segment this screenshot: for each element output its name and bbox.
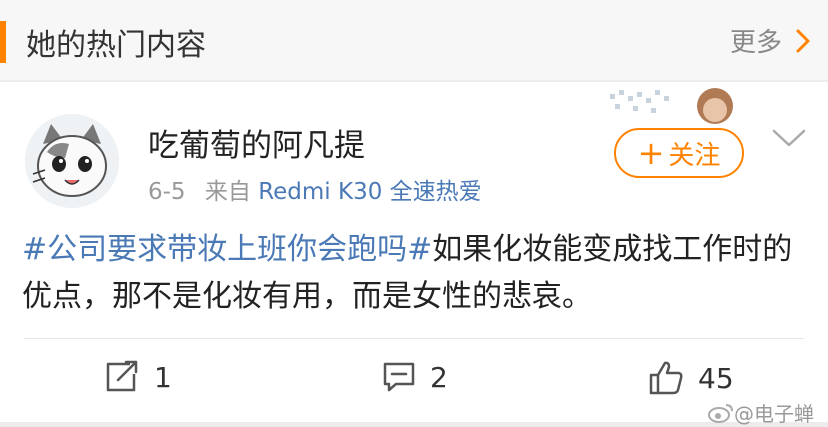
post-date: 6-5 [148,179,186,205]
chevron-right-icon [796,29,810,52]
repost-icon [106,360,138,392]
section-header: 她的热门内容 更多 [0,0,828,80]
like-button[interactable]: 45 [648,360,734,396]
comment-icon [383,362,415,392]
cat-avatar-image [25,114,119,208]
section-title: 她的热门内容 [26,28,206,63]
follow-button[interactable]: + 关注 [614,128,744,178]
username[interactable]: 吃葡萄的阿凡提 [148,120,365,165]
weibo-logo-icon [708,403,733,423]
more-button[interactable]: 更多 [730,22,810,59]
chevron-down-icon[interactable] [772,128,806,148]
card-decoration [610,88,733,124]
source-device[interactable]: Redmi K30 全速热爱 [258,179,481,205]
watermark-text: @电子蝉 [734,402,814,426]
divider [24,338,804,339]
plus-icon: + [637,134,665,172]
avatar[interactable] [25,114,119,208]
post-content: #公司要求带妆上班你会跑吗#如果化妆能变成找工作时的优点，那不是化妆有用，而是女… [22,226,812,320]
comment-count: 2 [430,360,448,394]
comment-button[interactable]: 2 [382,360,448,394]
repost-count: 1 [154,360,172,394]
like-count: 45 [698,361,734,395]
repost-button[interactable]: 1 [104,360,172,394]
header-accent-bar [0,21,6,63]
more-label: 更多 [729,28,782,58]
follow-label: 关注 [668,140,721,171]
watermark: @电子蝉 [708,398,814,427]
post-meta: 6-5 来自 Redmi K30 全速热爱 [148,172,482,206]
like-icon [649,361,683,395]
source-prefix: 来自 [204,179,251,205]
hashtag-link[interactable]: #公司要求带妆上班你会跑吗# [22,232,432,267]
